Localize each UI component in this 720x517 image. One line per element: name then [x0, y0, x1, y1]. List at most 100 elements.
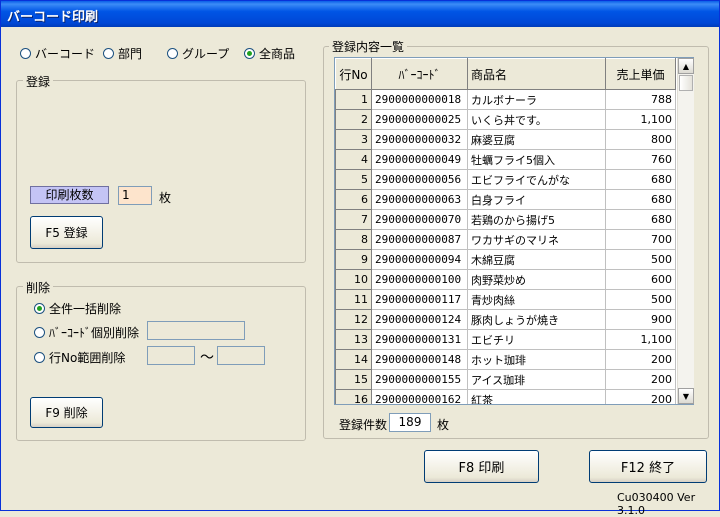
- table-row[interactable]: 13 2900000000131 エビチリ 1,100: [335, 329, 676, 350]
- cell-price[interactable]: 200: [605, 349, 676, 370]
- cell-barcode[interactable]: 2900000000100: [371, 269, 468, 290]
- cell-row-no[interactable]: 1: [335, 89, 372, 110]
- table-row[interactable]: 2 2900000000025 いくら丼です。 1,100: [335, 109, 676, 130]
- cell-product-name[interactable]: 肉野菜炒め: [467, 269, 606, 290]
- filter-radio-all-products[interactable]: 全商品: [244, 45, 295, 62]
- cell-product-name[interactable]: 麻婆豆腐: [467, 129, 606, 150]
- cell-price[interactable]: 200: [605, 389, 676, 404]
- cell-row-no[interactable]: 5: [335, 169, 372, 190]
- cell-product-name[interactable]: ホット珈琲: [467, 349, 606, 370]
- cell-row-no[interactable]: 14: [335, 349, 372, 370]
- cell-price[interactable]: 800: [605, 129, 676, 150]
- cell-price[interactable]: 500: [605, 249, 676, 270]
- cell-product-name[interactable]: 牡蠣フライ5個入: [467, 149, 606, 170]
- column-header-price[interactable]: 売上単価: [605, 58, 676, 90]
- cell-price[interactable]: 600: [605, 269, 676, 290]
- cell-product-name[interactable]: エビフライでんがな: [467, 169, 606, 190]
- cell-barcode[interactable]: 2900000000131: [371, 329, 468, 350]
- table-row[interactable]: 16 2900000000162 紅茶 200: [335, 389, 676, 404]
- cell-product-name[interactable]: アイス珈琲: [467, 369, 606, 390]
- table-row[interactable]: 1 2900000000018 カルボナーラ 788: [335, 89, 676, 110]
- cell-row-no[interactable]: 7: [335, 209, 372, 230]
- cell-row-no[interactable]: 15: [335, 369, 372, 390]
- cell-price[interactable]: 1,100: [605, 109, 676, 130]
- cell-barcode[interactable]: 2900000000155: [371, 369, 468, 390]
- cell-barcode[interactable]: 2900000000018: [371, 89, 468, 110]
- delete-barcode-input[interactable]: [147, 321, 245, 340]
- cell-row-no[interactable]: 11: [335, 289, 372, 310]
- cell-price[interactable]: 500: [605, 289, 676, 310]
- table-row[interactable]: 14 2900000000148 ホット珈琲 200: [335, 349, 676, 370]
- cell-product-name[interactable]: 白身フライ: [467, 189, 606, 210]
- delete-radio-barcode[interactable]: ﾊﾞｰｺｰﾄﾞ個別削除: [34, 324, 139, 341]
- product-grid[interactable]: 行No ﾊﾞｰｺｰﾄﾞ 商品名 売上単価 1 2900000000018 カルボナー…: [334, 57, 694, 405]
- table-row[interactable]: 10 2900000000100 肉野菜炒め 600: [335, 269, 676, 290]
- cell-row-no[interactable]: 16: [335, 389, 372, 404]
- table-row[interactable]: 15 2900000000155 アイス珈琲 200: [335, 369, 676, 390]
- cell-barcode[interactable]: 2900000000049: [371, 149, 468, 170]
- cell-barcode[interactable]: 2900000000087: [371, 229, 468, 250]
- column-header-row-no[interactable]: 行No: [335, 58, 372, 90]
- table-row[interactable]: 7 2900000000070 若鶏のから揚げ5 680: [335, 209, 676, 230]
- vertical-scrollbar[interactable]: ▲ ▼: [677, 58, 694, 404]
- cell-product-name[interactable]: ワカサギのマリネ: [467, 229, 606, 250]
- table-row[interactable]: 5 2900000000056 エビフライでんがな 680: [335, 169, 676, 190]
- table-row[interactable]: 6 2900000000063 白身フライ 680: [335, 189, 676, 210]
- column-header-product-name[interactable]: 商品名: [467, 58, 606, 90]
- cell-barcode[interactable]: 2900000000117: [371, 289, 468, 310]
- cell-barcode[interactable]: 2900000000025: [371, 109, 468, 130]
- cell-price[interactable]: 788: [605, 89, 676, 110]
- table-row[interactable]: 9 2900000000094 木綿豆腐 500: [335, 249, 676, 270]
- cell-row-no[interactable]: 9: [335, 249, 372, 270]
- cell-barcode[interactable]: 2900000000148: [371, 349, 468, 370]
- cell-row-no[interactable]: 10: [335, 269, 372, 290]
- cell-row-no[interactable]: 3: [335, 129, 372, 150]
- cell-product-name[interactable]: 若鶏のから揚げ5: [467, 209, 606, 230]
- delete-radio-all[interactable]: 全件一括削除: [34, 300, 121, 317]
- scroll-thumb[interactable]: [679, 75, 693, 91]
- cell-price[interactable]: 700: [605, 229, 676, 250]
- exit-button[interactable]: F12 終了: [589, 450, 707, 483]
- cell-price[interactable]: 1,100: [605, 329, 676, 350]
- table-row[interactable]: 8 2900000000087 ワカサギのマリネ 700: [335, 229, 676, 250]
- cell-price[interactable]: 680: [605, 169, 676, 190]
- filter-radio-department[interactable]: 部門: [103, 45, 142, 62]
- table-row[interactable]: 4 2900000000049 牡蠣フライ5個入 760: [335, 149, 676, 170]
- copies-input[interactable]: 1: [118, 186, 152, 205]
- cell-row-no[interactable]: 4: [335, 149, 372, 170]
- delete-button[interactable]: F9 削除: [30, 397, 103, 428]
- table-row[interactable]: 3 2900000000032 麻婆豆腐 800: [335, 129, 676, 150]
- cell-product-name[interactable]: いくら丼です。: [467, 109, 606, 130]
- cell-price[interactable]: 760: [605, 149, 676, 170]
- cell-price[interactable]: 200: [605, 369, 676, 390]
- delete-radio-range[interactable]: 行No範囲削除: [34, 349, 125, 366]
- cell-barcode[interactable]: 2900000000094: [371, 249, 468, 270]
- cell-barcode[interactable]: 2900000000162: [371, 389, 468, 404]
- delete-range-to-input[interactable]: [217, 346, 265, 365]
- cell-product-name[interactable]: エビチリ: [467, 329, 606, 350]
- delete-range-from-input[interactable]: [147, 346, 195, 365]
- register-button[interactable]: F5 登録: [30, 216, 103, 249]
- cell-row-no[interactable]: 6: [335, 189, 372, 210]
- column-header-barcode[interactable]: ﾊﾞｰｺｰﾄﾞ: [371, 58, 468, 90]
- cell-product-name[interactable]: 木綿豆腐: [467, 249, 606, 270]
- title-bar[interactable]: バーコード印刷: [1, 1, 719, 27]
- cell-price[interactable]: 900: [605, 309, 676, 330]
- cell-barcode[interactable]: 2900000000070: [371, 209, 468, 230]
- cell-barcode[interactable]: 2900000000124: [371, 309, 468, 330]
- cell-price[interactable]: 680: [605, 209, 676, 230]
- cell-product-name[interactable]: 紅茶: [467, 389, 606, 404]
- cell-row-no[interactable]: 13: [335, 329, 372, 350]
- cell-barcode[interactable]: 2900000000032: [371, 129, 468, 150]
- scroll-down-arrow-icon[interactable]: ▼: [678, 388, 694, 404]
- cell-product-name[interactable]: 青炒肉絲: [467, 289, 606, 310]
- scroll-up-arrow-icon[interactable]: ▲: [678, 58, 694, 74]
- filter-radio-barcode[interactable]: バーコード: [20, 45, 95, 62]
- cell-row-no[interactable]: 8: [335, 229, 372, 250]
- cell-price[interactable]: 680: [605, 189, 676, 210]
- table-row[interactable]: 12 2900000000124 豚肉しょうが焼き 900: [335, 309, 676, 330]
- cell-row-no[interactable]: 2: [335, 109, 372, 130]
- cell-barcode[interactable]: 2900000000063: [371, 189, 468, 210]
- cell-product-name[interactable]: カルボナーラ: [467, 89, 606, 110]
- cell-row-no[interactable]: 12: [335, 309, 372, 330]
